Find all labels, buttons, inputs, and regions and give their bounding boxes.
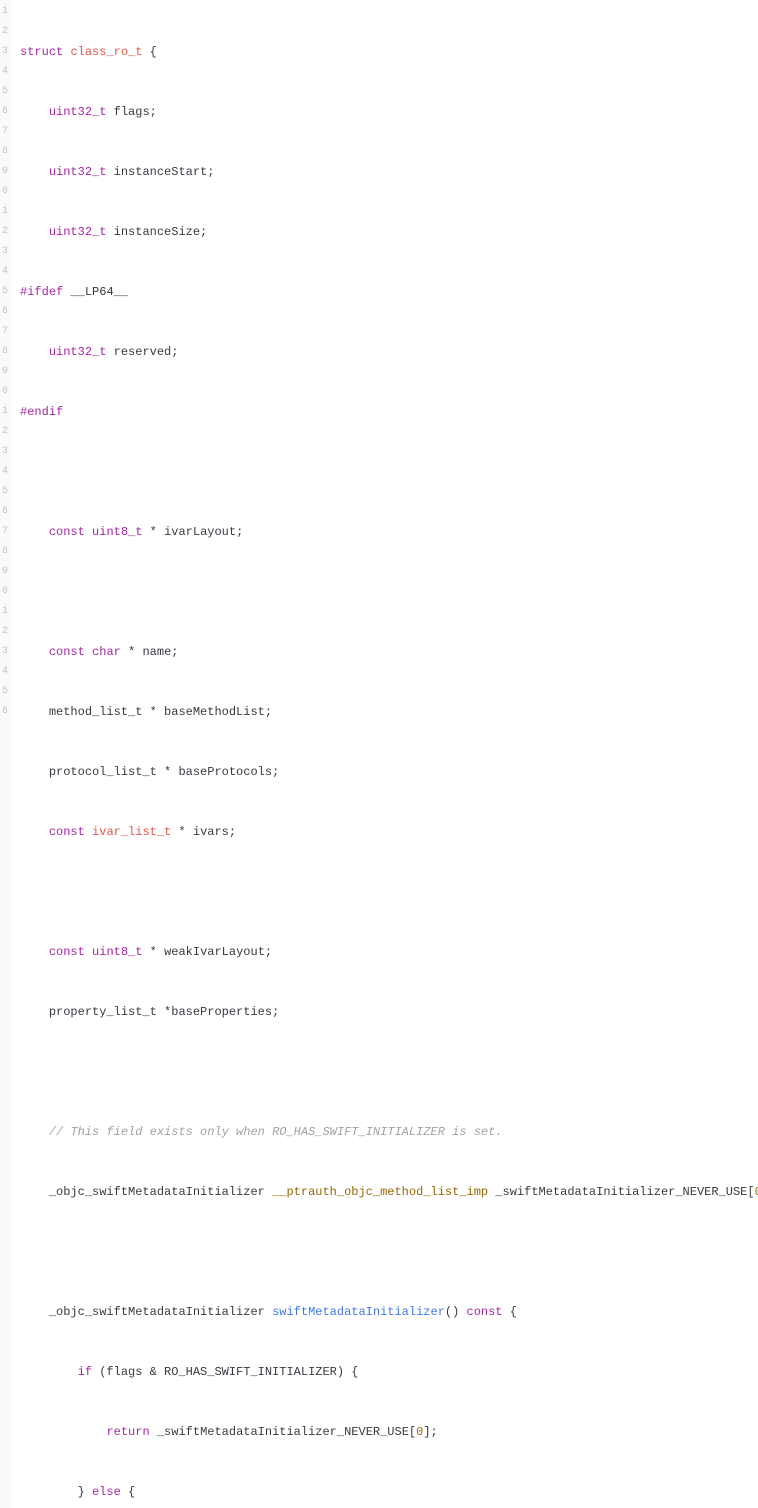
code-line[interactable]: } else { bbox=[20, 1482, 754, 1502]
code-line[interactable]: method_list_t * baseMethodList; bbox=[20, 702, 754, 722]
code-line[interactable] bbox=[20, 582, 754, 602]
code-line[interactable]: if (flags & RO_HAS_SWIFT_INITIALIZER) { bbox=[20, 1362, 754, 1382]
line-number: 2 bbox=[2, 222, 8, 242]
line-number: 2 bbox=[2, 622, 8, 642]
line-number: 7 bbox=[2, 322, 8, 342]
code-line[interactable]: uint32_t reserved; bbox=[20, 342, 754, 362]
code-line[interactable]: return _swiftMetadataInitializer_NEVER_U… bbox=[20, 1422, 754, 1442]
code-line[interactable]: #ifdef __LP64__ bbox=[20, 282, 754, 302]
line-number: 7 bbox=[2, 122, 8, 142]
line-number: 0 bbox=[2, 182, 8, 202]
line-number: 8 bbox=[2, 542, 8, 562]
line-number: 1 bbox=[2, 402, 8, 422]
code-line[interactable]: struct class_ro_t { bbox=[20, 42, 754, 62]
line-number: 3 bbox=[2, 42, 8, 62]
line-number: 3 bbox=[2, 642, 8, 662]
line-number: 5 bbox=[2, 482, 8, 502]
line-number: 0 bbox=[2, 382, 8, 402]
code-line[interactable]: uint32_t instanceStart; bbox=[20, 162, 754, 182]
line-number: 8 bbox=[2, 342, 8, 362]
line-number: 6 bbox=[2, 102, 8, 122]
line-number: 7 bbox=[2, 522, 8, 542]
code-editor[interactable]: 1 2 3 4 5 6 7 8 9 0 1 2 3 4 5 6 7 8 9 0 … bbox=[0, 0, 758, 1508]
code-line[interactable]: uint32_t instanceSize; bbox=[20, 222, 754, 242]
line-number: 6 bbox=[2, 302, 8, 322]
code-line[interactable]: const char * name; bbox=[20, 642, 754, 662]
code-area[interactable]: struct class_ro_t { uint32_t flags; uint… bbox=[12, 0, 758, 1508]
line-number: 4 bbox=[2, 262, 8, 282]
line-number: 1 bbox=[2, 602, 8, 622]
line-number: 4 bbox=[2, 462, 8, 482]
line-number: 6 bbox=[2, 702, 8, 722]
line-number: 3 bbox=[2, 242, 8, 262]
code-line[interactable]: const uint8_t * ivarLayout; bbox=[20, 522, 754, 542]
line-number: 4 bbox=[2, 62, 8, 82]
code-line[interactable] bbox=[20, 1062, 754, 1082]
line-number: 1 bbox=[2, 202, 8, 222]
code-line[interactable]: #endif bbox=[20, 402, 754, 422]
code-line[interactable]: const uint8_t * weakIvarLayout; bbox=[20, 942, 754, 962]
line-number: 4 bbox=[2, 662, 8, 682]
line-number: 5 bbox=[2, 82, 8, 102]
code-line[interactable]: const ivar_list_t * ivars; bbox=[20, 822, 754, 842]
line-number: 3 bbox=[2, 442, 8, 462]
line-number: 0 bbox=[2, 582, 8, 602]
line-number: 9 bbox=[2, 562, 8, 582]
code-line[interactable]: _objc_swiftMetadataInitializer swiftMeta… bbox=[20, 1302, 754, 1322]
line-number: 2 bbox=[2, 22, 8, 42]
line-number: 5 bbox=[2, 682, 8, 702]
line-number: 6 bbox=[2, 502, 8, 522]
code-line[interactable]: // This field exists only when RO_HAS_SW… bbox=[20, 1122, 754, 1142]
line-number: 9 bbox=[2, 162, 8, 182]
line-number: 1 bbox=[2, 2, 8, 22]
line-number: 8 bbox=[2, 142, 8, 162]
line-number: 9 bbox=[2, 362, 8, 382]
code-line[interactable] bbox=[20, 882, 754, 902]
code-line[interactable]: _objc_swiftMetadataInitializer __ptrauth… bbox=[20, 1182, 754, 1202]
code-line[interactable]: protocol_list_t * baseProtocols; bbox=[20, 762, 754, 782]
code-line[interactable] bbox=[20, 462, 754, 482]
code-line[interactable]: property_list_t *baseProperties; bbox=[20, 1002, 754, 1022]
code-line[interactable]: uint32_t flags; bbox=[20, 102, 754, 122]
line-number: 2 bbox=[2, 422, 8, 442]
line-number-gutter: 1 2 3 4 5 6 7 8 9 0 1 2 3 4 5 6 7 8 9 0 … bbox=[0, 0, 12, 1508]
code-line[interactable] bbox=[20, 1242, 754, 1262]
line-number: 5 bbox=[2, 282, 8, 302]
